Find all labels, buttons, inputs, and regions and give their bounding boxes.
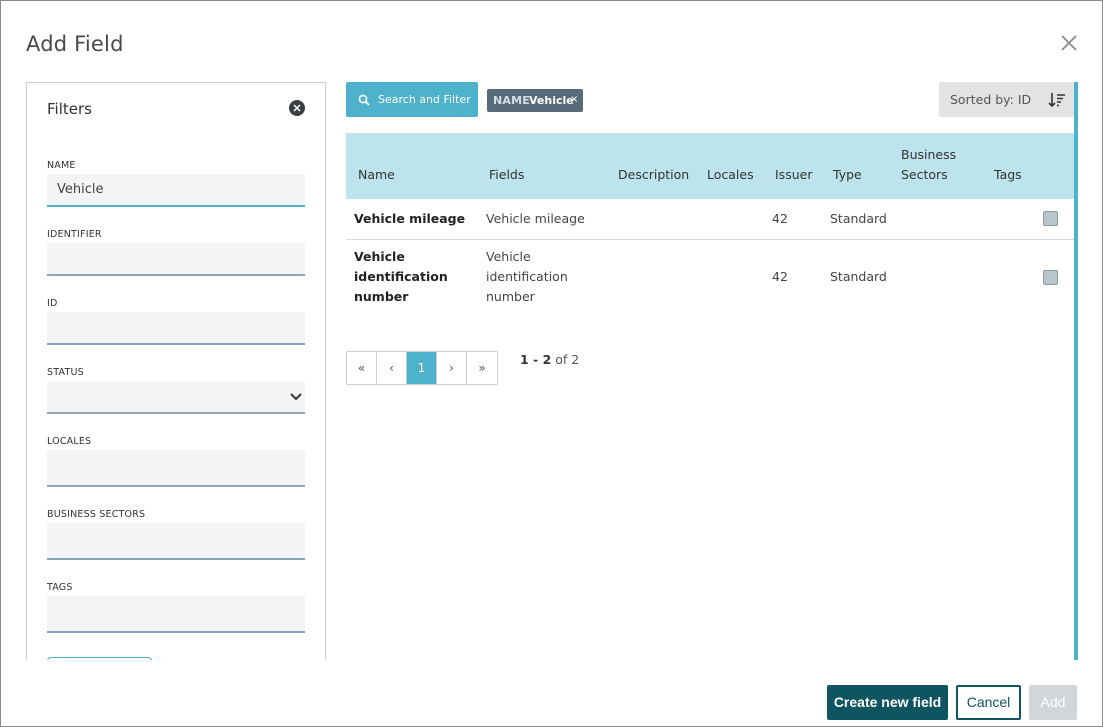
- row-divider: [346, 239, 1074, 240]
- row-fields: Vehicle identification number: [486, 249, 568, 304]
- identifier-filter-label: IDENTIFIER: [47, 229, 102, 240]
- search-and-filter-button[interactable]: Search and Filter: [346, 82, 478, 117]
- column-header-fields[interactable]: Fields: [489, 165, 524, 185]
- clear-filters-icon[interactable]: [289, 100, 305, 116]
- row-type: Standard: [830, 211, 887, 226]
- filters-panel: Filters NAME IDENTIFIER ID STATUS LOCALE…: [26, 82, 326, 660]
- chip-remove-icon[interactable]: ×: [570, 94, 578, 105]
- scrollbar[interactable]: [1074, 82, 1078, 660]
- current-page-button[interactable]: 1: [407, 352, 437, 384]
- sort-descending-icon: [1048, 93, 1065, 108]
- apply-filters-button[interactable]: [47, 657, 152, 660]
- column-header-type[interactable]: Type: [833, 165, 862, 185]
- tags-filter-input[interactable]: [47, 596, 305, 633]
- tags-filter-label: TAGS: [47, 582, 73, 593]
- business-sectors-filter-label: BUSINESS SECTORS: [47, 509, 146, 520]
- last-page-button[interactable]: »: [467, 352, 497, 384]
- dialog-title: Add Field: [26, 32, 124, 56]
- table-header: Name Fields Description Locales Issuer T…: [346, 133, 1074, 199]
- add-button[interactable]: Add: [1029, 685, 1077, 720]
- row-issuer: 42: [772, 211, 788, 226]
- chip-key: NAME: [493, 94, 530, 107]
- business-sectors-filter-input[interactable]: [47, 523, 305, 560]
- sort-label: Sorted by: ID: [950, 92, 1032, 107]
- name-filter-label: NAME: [47, 160, 76, 171]
- status-filter-label: STATUS: [47, 367, 84, 378]
- row-type: Standard: [830, 269, 887, 284]
- identifier-filter-input[interactable]: [47, 243, 305, 276]
- id-filter-label: ID: [47, 298, 58, 309]
- pagination-info: 1 - 2 of 2: [520, 352, 579, 367]
- name-filter-chip: NAME Vehicle ×: [487, 89, 583, 112]
- column-header-description[interactable]: Description: [618, 165, 689, 185]
- search-icon: [358, 94, 370, 106]
- row-fields: Vehicle mileage: [486, 211, 585, 226]
- status-filter-select[interactable]: [47, 381, 305, 414]
- column-header-name[interactable]: Name: [358, 165, 395, 185]
- pagination: « ‹ 1 › »: [346, 351, 498, 385]
- first-page-button[interactable]: «: [347, 352, 377, 384]
- row-select-checkbox[interactable]: [1043, 211, 1058, 226]
- pagination-total: of 2: [555, 352, 580, 367]
- row-select-checkbox[interactable]: [1043, 270, 1058, 285]
- chip-value: Vehicle: [529, 94, 574, 107]
- chevron-down-icon: [290, 393, 302, 401]
- column-header-business-sectors[interactable]: Business Sectors: [901, 145, 961, 185]
- locales-filter-input[interactable]: [47, 450, 305, 487]
- next-page-button[interactable]: ›: [437, 352, 467, 384]
- locales-filter-label: LOCALES: [47, 436, 92, 447]
- close-icon[interactable]: [1057, 31, 1081, 55]
- column-header-locales[interactable]: Locales: [707, 165, 754, 185]
- column-header-tags[interactable]: Tags: [994, 165, 1022, 185]
- row-issuer: 42: [772, 269, 788, 284]
- row-name: Vehicle mileage: [354, 211, 466, 226]
- column-header-issuer[interactable]: Issuer: [775, 165, 812, 185]
- sort-dropdown[interactable]: Sorted by: ID: [939, 82, 1074, 117]
- filters-title: Filters: [47, 100, 92, 118]
- id-filter-input[interactable]: [47, 312, 305, 345]
- cancel-button[interactable]: Cancel: [956, 685, 1021, 720]
- create-new-field-button[interactable]: Create new field: [827, 685, 948, 720]
- search-and-filter-label: Search and Filter: [378, 93, 471, 106]
- name-filter-input[interactable]: [47, 174, 305, 207]
- pagination-range: 1 - 2: [520, 352, 552, 367]
- add-field-dialog: Add Field Filters NAME IDENTIFIER ID STA…: [0, 0, 1103, 727]
- row-name: Vehicle identification number: [354, 249, 448, 304]
- prev-page-button[interactable]: ‹: [377, 352, 407, 384]
